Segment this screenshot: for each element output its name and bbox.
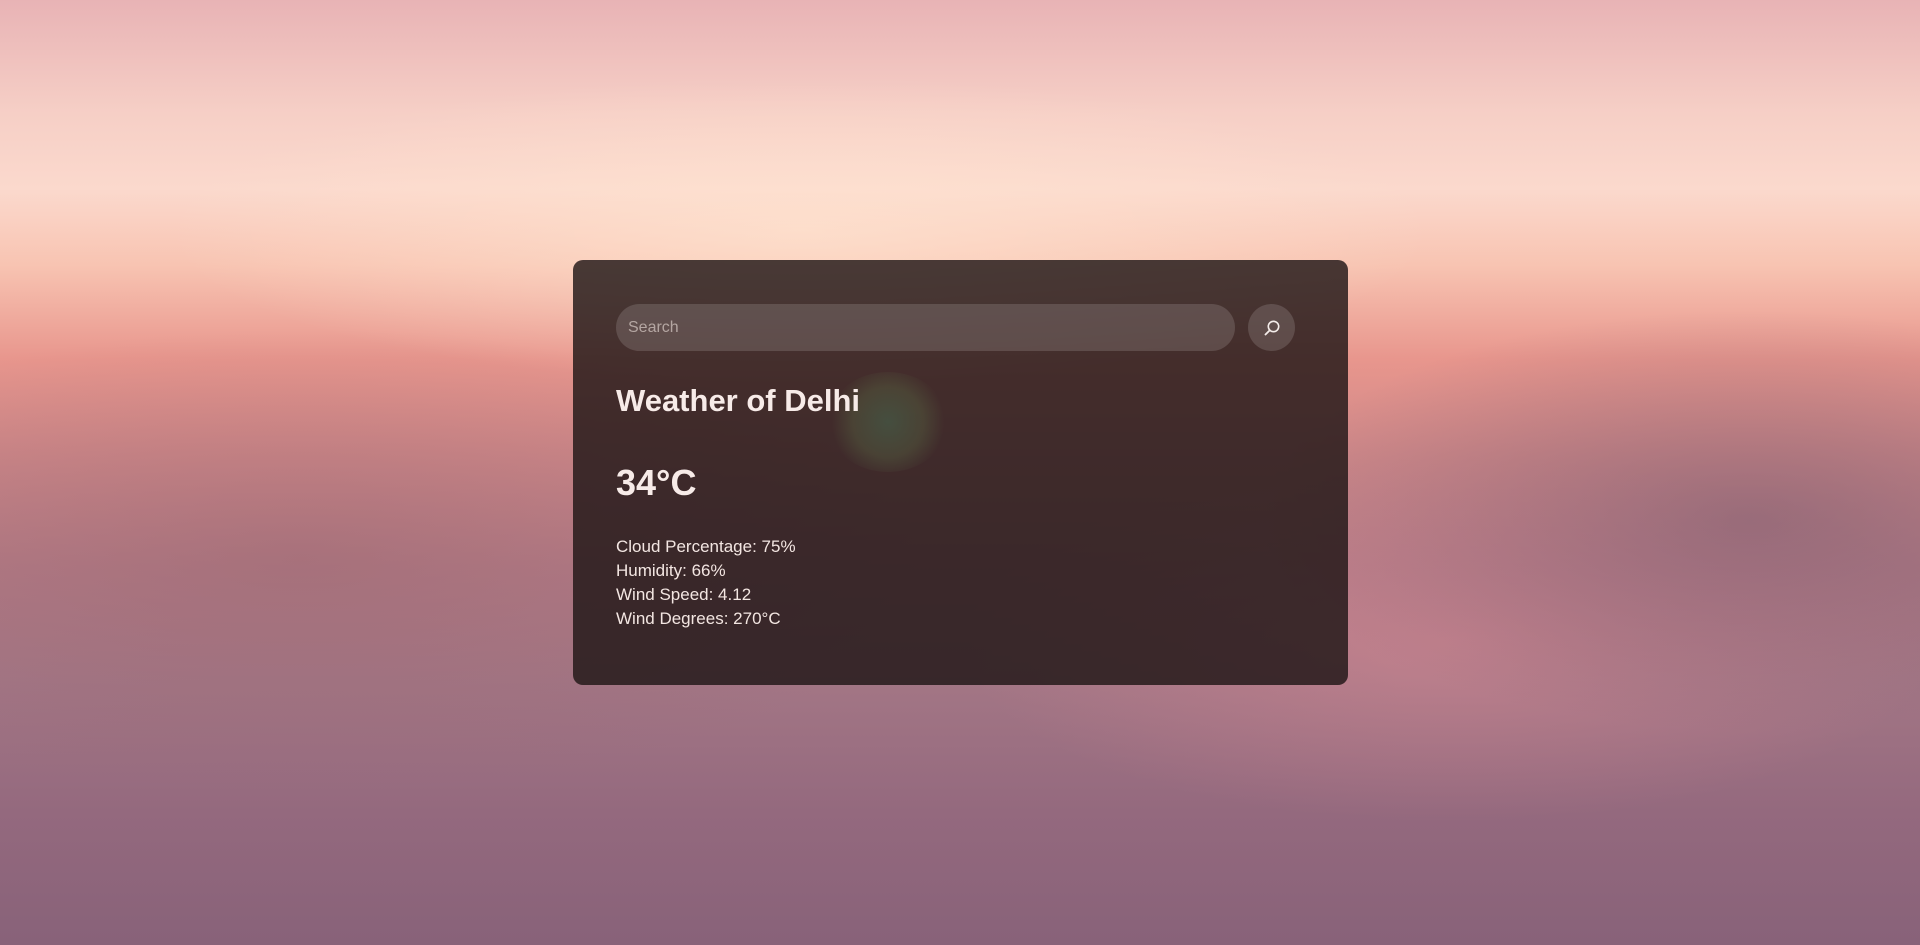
city-title: Weather of Delhi (616, 383, 861, 418)
search-button[interactable] (1248, 304, 1295, 351)
cloud-percentage: Cloud Percentage: 75% (616, 537, 796, 556)
weather-card: Weather of Delhi 34°C Cloud Percentage: … (573, 260, 1348, 685)
search-icon (1264, 320, 1279, 335)
search-input[interactable] (616, 304, 1235, 351)
search-bar (616, 304, 1305, 351)
humidity: Humidity: 66% (616, 561, 726, 580)
weather-details: Cloud Percentage: 75% Humidity: 66% Wind… (616, 535, 1305, 631)
wind-degrees: Wind Degrees: 270°C (616, 609, 781, 628)
temperature-value: 34°C (616, 462, 697, 503)
wind-speed: Wind Speed: 4.12 (616, 585, 752, 604)
